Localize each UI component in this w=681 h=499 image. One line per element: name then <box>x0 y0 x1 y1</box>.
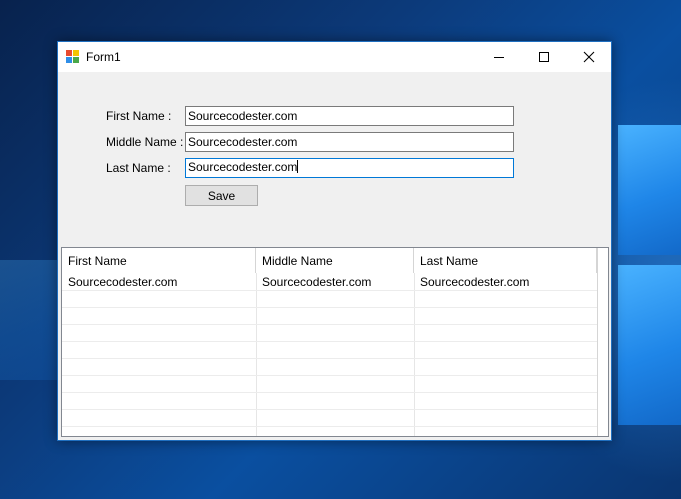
grid-row-line <box>62 358 597 359</box>
grid-column-divider <box>597 248 598 436</box>
names-data-grid[interactable]: First Name Middle Name Last Name Sourcec… <box>61 247 609 437</box>
close-icon <box>583 51 594 63</box>
save-button[interactable]: Save <box>185 185 258 206</box>
grid-row-line <box>62 290 597 291</box>
minimize-button[interactable] <box>476 42 521 72</box>
grid-row-line <box>62 392 597 393</box>
middle-name-input[interactable] <box>185 132 514 152</box>
last-name-value: Sourcecodester.com <box>188 160 298 174</box>
table-cell[interactable]: Sourcecodester.com <box>414 273 597 290</box>
grid-row-line <box>62 426 597 427</box>
grid-column-divider <box>414 273 415 436</box>
last-name-label: Last Name : <box>106 161 171 175</box>
last-name-input[interactable]: Sourcecodester.com <box>185 158 514 178</box>
first-name-input[interactable] <box>185 106 514 126</box>
table-cell[interactable]: Sourcecodester.com <box>62 273 256 290</box>
title-bar[interactable]: Form1 <box>58 42 611 72</box>
grid-row-line <box>62 375 597 376</box>
grid-row-line <box>62 324 597 325</box>
grid-row-line <box>62 409 597 410</box>
maximize-icon <box>538 52 549 62</box>
minimize-icon <box>493 57 504 58</box>
wallpaper-window-pane <box>618 265 681 425</box>
form-window: Form1 First Name : Middle Name : Last Na… <box>57 41 612 441</box>
maximize-button[interactable] <box>521 42 566 72</box>
table-cell[interactable]: Sourcecodester.com <box>256 273 414 290</box>
middle-name-label: Middle Name : <box>106 135 184 149</box>
first-name-label: First Name : <box>106 109 172 123</box>
wallpaper-window-pane <box>618 125 681 255</box>
grid-row-line <box>62 307 597 308</box>
window-title: Form1 <box>86 50 121 64</box>
column-header-first-name[interactable]: First Name <box>62 248 256 273</box>
column-header-last-name[interactable]: Last Name <box>414 248 597 273</box>
column-header-middle-name[interactable]: Middle Name <box>256 248 414 273</box>
grid-column-divider <box>256 273 257 436</box>
text-caret <box>297 160 299 173</box>
form-app-icon <box>66 50 80 64</box>
close-button[interactable] <box>566 42 611 72</box>
grid-row-line <box>62 341 597 342</box>
